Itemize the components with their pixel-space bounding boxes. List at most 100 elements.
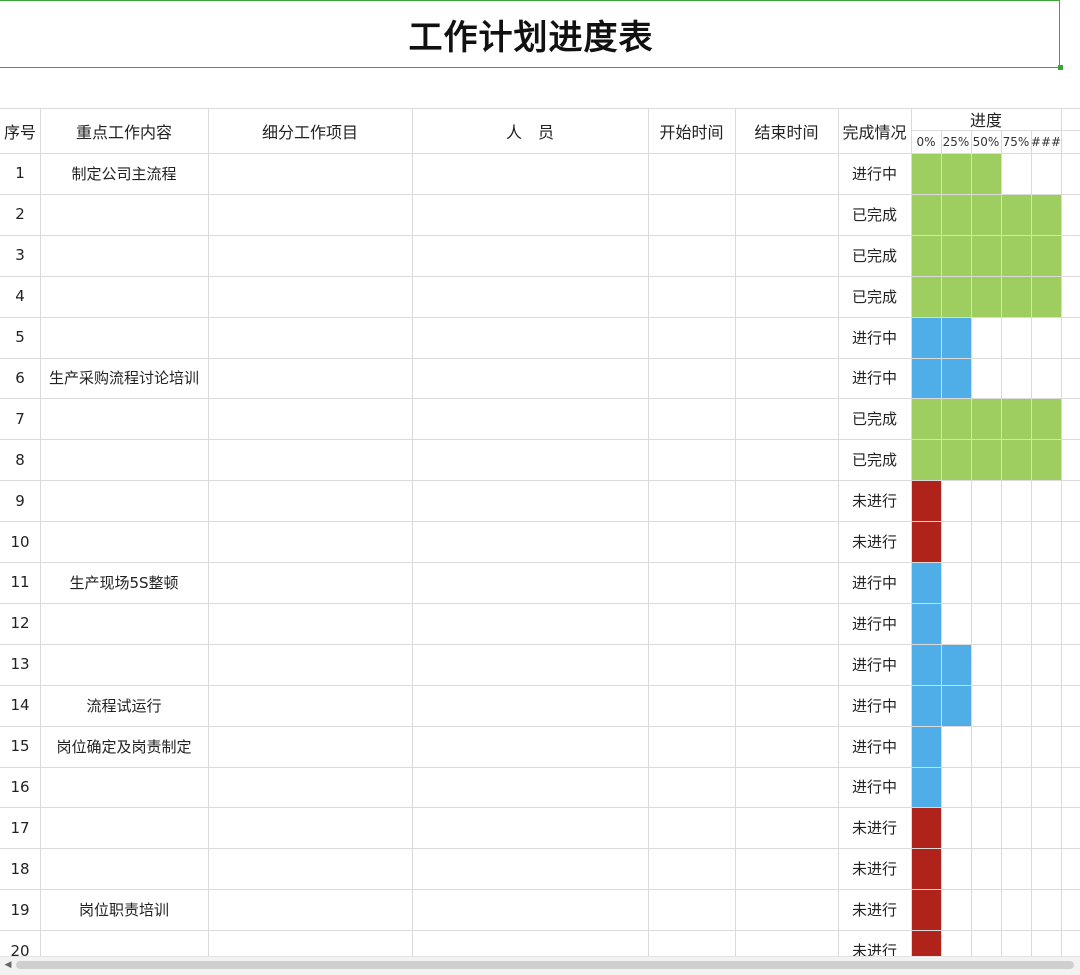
row-seq[interactable]: 6 [0,358,40,399]
empty-cell[interactable] [208,194,412,235]
empty-cell[interactable] [735,358,838,399]
empty-cell[interactable] [208,603,412,644]
row-status[interactable]: 进行中 [838,767,911,808]
empty-cell[interactable] [412,276,648,317]
empty-cell[interactable] [208,685,412,726]
header-key-work[interactable]: 重点工作内容 [40,108,208,153]
empty-cell[interactable] [735,194,838,235]
empty-cell[interactable] [208,562,412,603]
header-progress-pct[interactable]: 50% [971,130,1001,153]
header-people[interactable]: 人 员 [412,108,648,153]
left-arrow-icon[interactable]: ◀ [2,958,14,972]
row-key-work[interactable] [40,480,208,521]
header-progress-pct[interactable]: 75% [1001,130,1031,153]
empty-cell[interactable] [412,889,648,930]
row-seq[interactable]: 1 [0,153,40,194]
empty-cell[interactable] [208,848,412,889]
header-progress-pct[interactable]: ### [1031,130,1061,153]
empty-cell[interactable] [648,685,735,726]
empty-cell[interactable] [648,807,735,848]
row-key-work[interactable]: 生产现场5S整顿 [40,562,208,603]
row-status[interactable]: 进行中 [838,726,911,767]
row-seq[interactable]: 11 [0,562,40,603]
empty-cell[interactable] [735,889,838,930]
row-status[interactable]: 已完成 [838,194,911,235]
empty-cell[interactable] [208,276,412,317]
empty-cell[interactable] [208,889,412,930]
empty-cell[interactable] [648,521,735,562]
header-sub-items[interactable]: 细分工作项目 [208,108,412,153]
row-seq[interactable]: 16 [0,767,40,808]
row-status[interactable]: 进行中 [838,562,911,603]
row-key-work[interactable] [40,194,208,235]
header-progress-pct[interactable]: 0% [911,130,941,153]
empty-cell[interactable] [735,562,838,603]
empty-cell[interactable] [648,439,735,480]
row-status[interactable]: 已完成 [838,439,911,480]
empty-cell[interactable] [648,644,735,685]
empty-cell[interactable] [648,767,735,808]
empty-cell[interactable] [412,439,648,480]
row-seq[interactable]: 19 [0,889,40,930]
empty-cell[interactable] [735,317,838,358]
row-status[interactable]: 进行中 [838,358,911,399]
empty-cell[interactable] [735,276,838,317]
row-seq[interactable]: 8 [0,439,40,480]
empty-cell[interactable] [208,235,412,276]
empty-cell[interactable] [208,726,412,767]
empty-cell[interactable] [735,767,838,808]
row-status[interactable]: 进行中 [838,153,911,194]
row-status[interactable]: 未进行 [838,480,911,521]
row-seq[interactable]: 5 [0,317,40,358]
empty-cell[interactable] [735,603,838,644]
row-key-work[interactable]: 岗位确定及岗责制定 [40,726,208,767]
header-end-time[interactable]: 结束时间 [735,108,838,153]
empty-cell[interactable] [412,317,648,358]
row-seq[interactable]: 12 [0,603,40,644]
empty-cell[interactable] [648,603,735,644]
empty-cell[interactable] [648,276,735,317]
empty-cell[interactable] [735,726,838,767]
row-status[interactable]: 未进行 [838,521,911,562]
empty-cell[interactable] [735,480,838,521]
empty-cell[interactable] [648,358,735,399]
empty-cell[interactable] [412,848,648,889]
empty-cell[interactable] [208,767,412,808]
row-key-work[interactable] [40,439,208,480]
empty-cell[interactable] [735,848,838,889]
empty-cell[interactable] [735,235,838,276]
row-key-work[interactable] [40,644,208,685]
empty-cell[interactable] [412,644,648,685]
empty-cell[interactable] [735,644,838,685]
row-seq[interactable]: 17 [0,807,40,848]
empty-cell[interactable] [208,521,412,562]
header-progress[interactable]: 进度 [911,108,1061,130]
empty-cell[interactable] [412,726,648,767]
empty-cell[interactable] [735,685,838,726]
row-key-work[interactable] [40,603,208,644]
row-key-work[interactable] [40,521,208,562]
empty-cell[interactable] [208,398,412,439]
row-status[interactable]: 已完成 [838,235,911,276]
empty-cell[interactable] [648,398,735,439]
empty-cell[interactable] [648,153,735,194]
row-key-work[interactable] [40,807,208,848]
empty-cell[interactable] [412,153,648,194]
empty-cell[interactable] [735,807,838,848]
row-seq[interactable]: 14 [0,685,40,726]
row-seq[interactable]: 4 [0,276,40,317]
row-seq[interactable]: 3 [0,235,40,276]
row-key-work[interactable]: 制定公司主流程 [40,153,208,194]
empty-cell[interactable] [208,317,412,358]
empty-cell[interactable] [412,480,648,521]
empty-cell[interactable] [208,807,412,848]
empty-cell[interactable] [735,521,838,562]
empty-cell[interactable] [648,562,735,603]
row-key-work[interactable]: 生产采购流程讨论培训 [40,358,208,399]
empty-cell[interactable] [208,439,412,480]
empty-cell[interactable] [412,194,648,235]
empty-cell[interactable] [648,480,735,521]
row-status[interactable]: 未进行 [838,848,911,889]
header-seq[interactable]: 序号 [0,108,40,153]
row-status[interactable]: 进行中 [838,317,911,358]
